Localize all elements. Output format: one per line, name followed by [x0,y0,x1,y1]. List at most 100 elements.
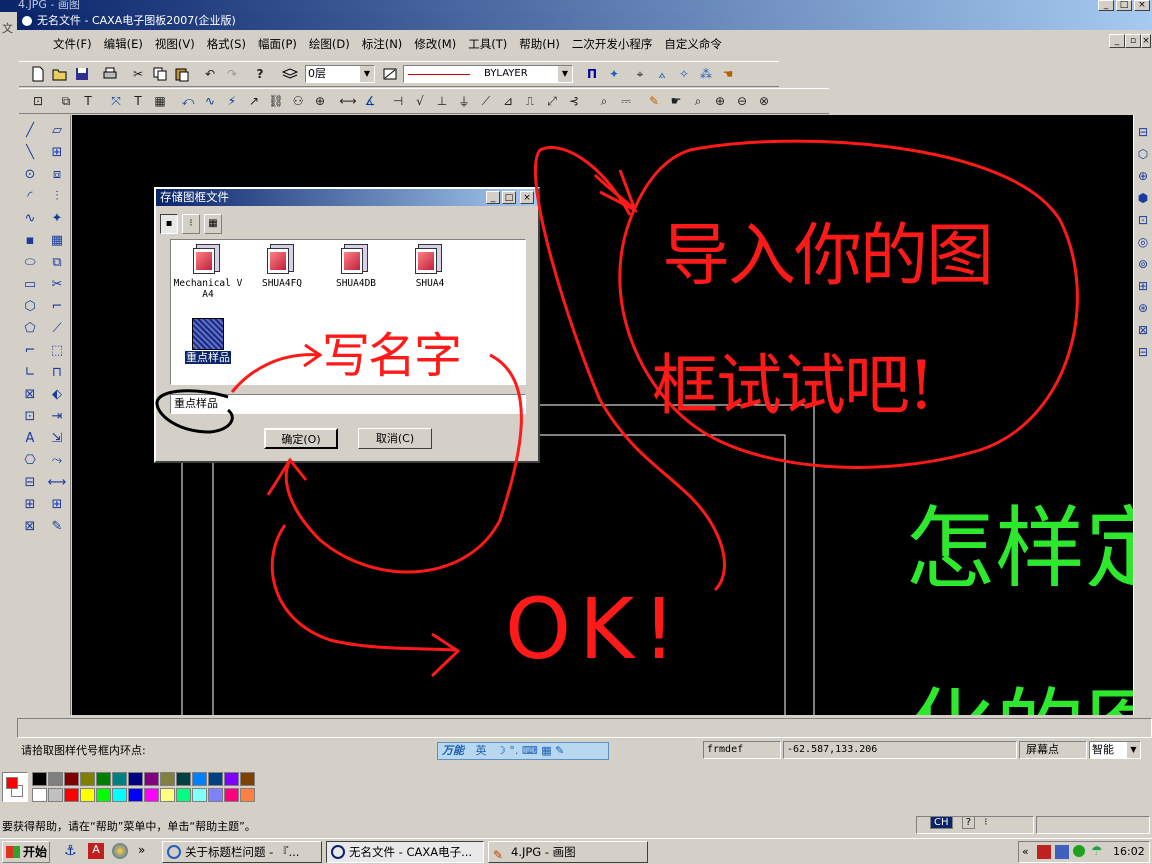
menu-item[interactable]: 文件(F) [47,36,98,52]
draw-tool-icon[interactable]: ⊞ [46,493,68,515]
draw-tool-icon[interactable]: ⤳ [46,449,68,471]
leader-icon[interactable]: ⟋ [475,90,497,112]
draw-tool-icon[interactable]: ⟷ [46,471,68,493]
quicklaunch-more-icon[interactable]: » [138,843,145,857]
draw-tool-icon[interactable]: ╲ [19,141,41,163]
arrow-icon[interactable]: ↗ [243,90,265,112]
draw-tool-icon[interactable]: ⊠ [19,515,41,537]
undo-icon[interactable]: ↶ [199,63,221,85]
side-tool-icon[interactable]: ⬡ [1134,143,1152,165]
dialog-close-button[interactable]: × [520,191,534,204]
cut-symbol-icon[interactable]: ⎍ [519,90,541,112]
palette-swatch[interactable] [224,788,239,802]
draw-tool-icon[interactable]: ⧈ [46,163,68,185]
quicklaunch-anchor-icon[interactable]: ⚓ [64,843,77,859]
point-mode-field[interactable]: 屏幕点 [1019,741,1087,759]
zigzag-icon[interactable]: ⚡ [221,90,243,112]
foreground-color-swatch[interactable] [6,777,18,789]
frame-icon[interactable]: ⊡ [27,90,49,112]
chain-icon[interactable]: ⛓ [265,90,287,112]
draw-tool-icon[interactable]: A [19,427,41,449]
attribute-brush-icon[interactable]: ✦ [603,63,625,85]
snap-icon[interactable]: ✧ [673,63,695,85]
chevron-down-icon[interactable]: ▼ [558,66,572,82]
taskbar-item-forum[interactable]: 关于标题栏问题 - 『... [162,841,322,863]
draw-tool-icon[interactable]: ✂ [46,273,68,295]
start-button[interactable]: 开始 [2,841,50,863]
palette-swatch[interactable] [48,788,63,802]
draw-tool-icon[interactable]: ∟ [19,361,41,383]
palette-swatch[interactable] [64,788,79,802]
palette-swatch[interactable] [208,788,223,802]
draw-tool-icon[interactable]: ∿ [19,207,41,229]
palette-swatch[interactable] [80,772,95,786]
show-all-icon[interactable]: ⌖ [629,63,651,85]
ime-float[interactable]: CH ? ⁝ [930,816,1000,834]
draw-tool-icon[interactable]: ⊓ [46,361,68,383]
help-icon[interactable]: ? [249,63,271,85]
side-tool-icon[interactable]: ⊛ [1134,297,1152,319]
file-item[interactable]: Mechanical V A4 [173,244,243,300]
taskbar-item-paint[interactable]: ✎ 4.JPG - 画图 [488,841,648,863]
palette-swatch[interactable] [112,788,127,802]
menu-item[interactable]: 标注(N) [356,36,409,52]
command-line[interactable] [17,718,1152,738]
palette-swatch[interactable] [112,772,127,786]
palette-swatch[interactable] [144,772,159,786]
grid-icon[interactable]: ⁂ [695,63,717,85]
menu-item[interactable]: 工具(T) [462,36,513,52]
save-icon[interactable] [71,63,93,85]
palette-swatch[interactable] [192,788,207,802]
draw-tool-icon[interactable]: ▪ [19,229,41,251]
current-colors[interactable] [2,772,28,802]
file-item[interactable]: SHUA4DB [321,244,391,289]
zoom-out-icon[interactable]: ⊖ [731,90,753,112]
pan-icon[interactable]: ☛ [665,90,687,112]
linetype-select[interactable]: BYLAYER ▼ [403,65,573,83]
menu-item[interactable]: 绘图(D) [303,36,356,52]
center-icon[interactable]: ⊕ [309,90,331,112]
large-icons-view-button[interactable]: ▪ [160,214,178,234]
wave-icon[interactable]: ∿ [199,90,221,112]
caxa-minimize-button[interactable]: _ [1109,34,1125,48]
zoom-in-icon[interactable]: ⊕ [709,90,731,112]
datum-icon[interactable]: ⊥ [431,90,453,112]
person-icon[interactable]: ⚇ [287,90,309,112]
arc-tool-icon[interactable]: ⤺ [177,90,199,112]
balloon-icon[interactable]: ⊰ [563,90,585,112]
file-item[interactable]: SHUA4FQ [247,244,317,289]
tray-expand-icon[interactable]: « [1022,845,1029,858]
title-block-icon[interactable]: ⧉ [55,90,77,112]
table-icon[interactable]: ▦ [149,90,171,112]
draw-tool-icon[interactable]: ╱ [19,119,41,141]
show-window-icon[interactable]: ⟑ [651,63,673,85]
side-tool-icon[interactable]: ⊚ [1134,253,1152,275]
draw-tool-icon[interactable]: ⊞ [46,141,68,163]
ok-button[interactable]: 确定(O) [264,428,338,449]
redo-icon[interactable]: ↷ [221,63,243,85]
pencil-icon[interactable]: ✎ [643,90,665,112]
draw-tool-icon[interactable]: ⬖ [46,383,68,405]
palette-swatch[interactable] [224,772,239,786]
ime-help-icon[interactable]: ? [961,816,976,829]
palette-swatch[interactable] [80,788,95,802]
caxa-close-button[interactable]: × [1141,34,1151,48]
palette-swatch[interactable] [240,788,255,802]
draw-tool-icon[interactable]: ⇲ [46,427,68,449]
paint-maximize-button[interactable]: □ [1116,0,1132,11]
chevron-down-icon[interactable]: ▼ [1127,742,1140,758]
copy-icon[interactable] [149,63,171,85]
weld-icon[interactable]: ⊣ [387,90,409,112]
draw-tool-icon[interactable]: ⬚ [46,339,68,361]
palette-swatch[interactable] [128,788,143,802]
quicklaunch-acrobat-icon[interactable]: A [88,843,104,859]
draw-tool-icon[interactable]: ◜ [19,185,41,207]
palette-swatch[interactable] [32,788,47,802]
zoom-window-icon[interactable]: ⌕ [687,90,709,112]
menu-item[interactable]: 格式(S) [201,36,252,52]
quicklaunch-browser-icon[interactable] [112,843,128,859]
draw-tool-icon[interactable]: ⊡ [19,405,41,427]
palette-swatch[interactable] [240,772,255,786]
palette-swatch[interactable] [128,772,143,786]
ime-toolbar[interactable]: 万能 英 ☽ °. ⌨ ▦ ✎ [437,742,609,760]
